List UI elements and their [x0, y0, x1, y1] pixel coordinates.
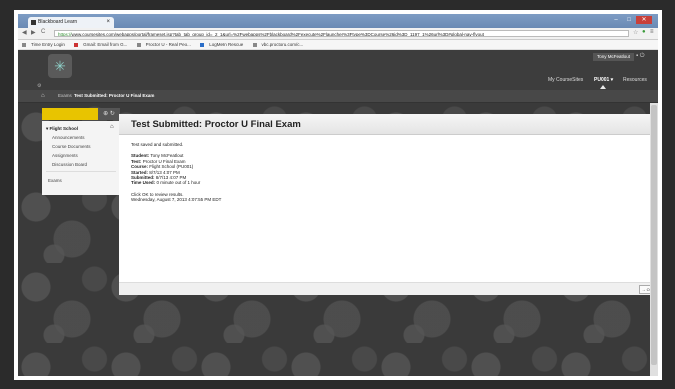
sidebar-item-course-documents[interactable]: Course Documents	[52, 144, 91, 149]
page-title: Test Submitted: Proctor U Final Exam	[131, 119, 301, 130]
scrollbar-thumb[interactable]	[651, 105, 657, 365]
url-text: www.coursesites.com/webapps/portal/frame…	[71, 32, 484, 37]
user-name: Tony McFeatlout	[597, 54, 631, 59]
breadcrumb-exams[interactable]: Exams	[58, 90, 72, 102]
sidebar-item-exams[interactable]: Exams	[48, 178, 62, 183]
forward-icon[interactable]: ▶	[31, 29, 36, 36]
address-bar-row: ◀ ▶ C https://www.coursesites.com/webapp…	[18, 28, 658, 40]
sidebar-item-discussion-board[interactable]: Discussion Board	[52, 162, 87, 167]
page-scrollbar[interactable]	[650, 103, 658, 376]
page-icon	[22, 42, 26, 47]
course-name[interactable]: ▾ Flight School	[46, 126, 78, 132]
url-scheme: https://	[58, 32, 72, 37]
page-icon	[136, 42, 141, 47]
nav-my-coursesites[interactable]: My CourseSites	[548, 77, 583, 83]
bookmark-logmein[interactable]: LogMeIn Rescue	[200, 42, 245, 47]
browser-tab[interactable]: Blackboard Learn ×	[28, 17, 114, 28]
submission-details: Test saved and submitted. Student: Tony …	[131, 142, 221, 203]
breadcrumb: ⌂ Exams Test Submitted: Proctor U Final …	[18, 90, 658, 103]
page-icon	[252, 42, 257, 47]
sidebar-divider	[46, 171, 116, 172]
nav-pu001[interactable]: PU001 ▾	[594, 77, 613, 89]
blackboard-favicon-icon	[31, 20, 36, 25]
gear-icon[interactable]: ⚙	[37, 83, 41, 89]
sidebar-item-announcements[interactable]: Announcements	[52, 135, 85, 140]
back-icon[interactable]: ◀	[22, 29, 27, 36]
bookmark-time-entry[interactable]: Time Entry Login	[22, 42, 67, 47]
course-home-icon[interactable]: ⌂	[110, 124, 114, 130]
user-menu[interactable]: Tony McFeatlout	[593, 53, 635, 61]
sidebar-item-assignments[interactable]: Assignments	[52, 153, 78, 158]
content-panel: Test Submitted: Proctor U Final Exam Tes…	[119, 114, 655, 292]
page-title-bar: Test Submitted: Proctor U Final Exam	[119, 114, 655, 135]
tab-close-icon[interactable]: ×	[106, 17, 110, 28]
extension-icon[interactable]: ●	[642, 29, 646, 35]
active-tab-indicator	[600, 85, 606, 89]
user-action-icons[interactable]: ▪ ⏻	[636, 53, 645, 60]
home-icon[interactable]: ⌂	[41, 90, 45, 102]
screenshot-frame: Blackboard Learn × – □ ✕ ◀ ▶ C https://w…	[14, 10, 662, 380]
coursesites-logo-icon[interactable]: ✳	[48, 54, 72, 78]
course-menu: ▾ Flight School ⌂ Announcements Course D…	[42, 121, 120, 195]
action-bar: → OK	[119, 282, 655, 295]
logmein-icon	[200, 42, 205, 47]
reload-icon[interactable]: C	[41, 29, 45, 35]
browser-window: Blackboard Learn × – □ ✕ ◀ ▶ C https://w…	[18, 14, 658, 376]
nav-resources[interactable]: Resources	[623, 77, 647, 83]
bookmarks-bar: Time Entry Login Gmail: Email from G... …	[18, 40, 658, 50]
breadcrumb-current: Test Submitted: Proctor U Final Exam	[74, 93, 155, 98]
gmail-icon	[74, 42, 79, 47]
star-icon[interactable]: ☆	[633, 29, 638, 36]
bookmark-proctoru[interactable]: Proctor U - Real Peo...	[136, 42, 193, 47]
tab-title: Blackboard Learn	[38, 19, 78, 25]
url-field[interactable]: https://www.coursesites.com/webapps/port…	[54, 30, 629, 37]
bookmark-vbc[interactable]: vbc.proctoru.com/c...	[252, 42, 306, 47]
maximize-button[interactable]: □	[623, 16, 635, 24]
close-window-button[interactable]: ✕	[636, 16, 652, 24]
menu-icon[interactable]: ≡	[650, 29, 654, 35]
tab-bar: Blackboard Learn × – □ ✕	[18, 14, 658, 28]
submission-date: Wednesday, August 7, 2013 4:07:55 PM EDT	[131, 197, 222, 203]
bookmark-gmail[interactable]: Gmail: Email from G...	[74, 42, 129, 47]
site-header: ✳ ⚙ Tony McFeatlout ▪ ⏻ My CourseSites P…	[18, 50, 658, 90]
minimize-button[interactable]: –	[610, 16, 622, 24]
sidebar-tools[interactable]: ⊕ ↻	[98, 108, 120, 120]
